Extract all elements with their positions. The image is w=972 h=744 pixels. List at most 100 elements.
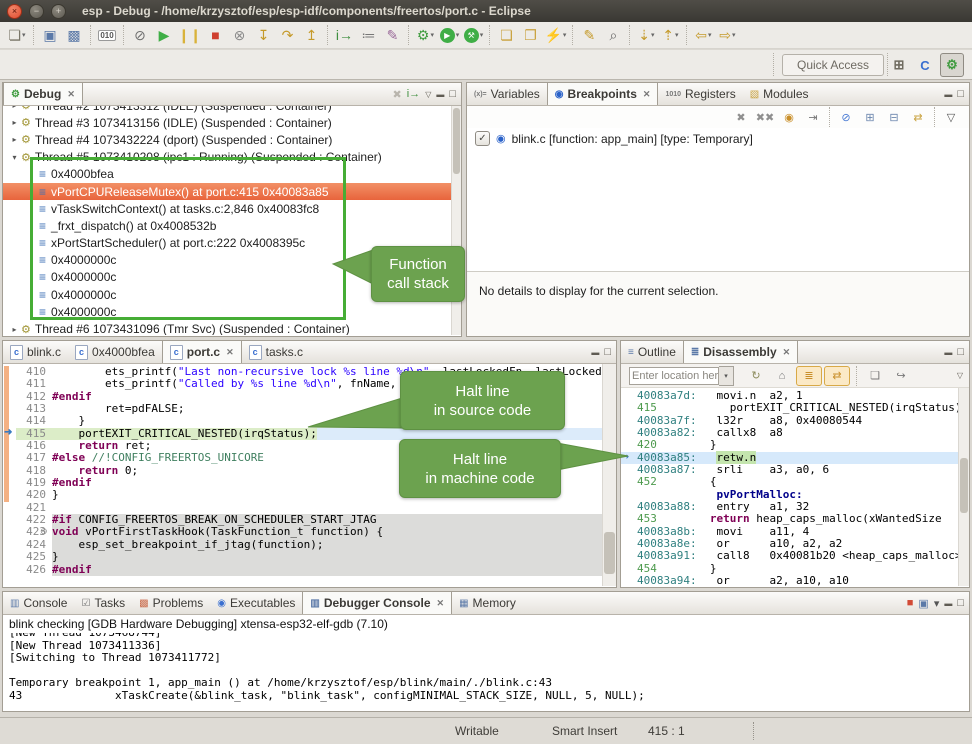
quick-access-box[interactable]: Quick Access bbox=[782, 54, 884, 76]
remove-all-breakpoints-button[interactable]: ✖✖ bbox=[753, 108, 777, 126]
code-line-424[interactable]: 424 esp_set_breakpoint_if_jtag(function)… bbox=[3, 539, 603, 551]
minimize-view-icon[interactable]: ▬ bbox=[591, 348, 599, 357]
tab-breakpoints[interactable]: ◉Breakpoints✕ bbox=[547, 83, 659, 105]
location-dropdown-icon[interactable]: ▾ bbox=[719, 366, 734, 386]
show-source-button[interactable]: ≣ bbox=[796, 366, 822, 386]
code-line-423[interactable]: 423void vPortFirstTaskHook(TaskFunction_… bbox=[3, 526, 603, 538]
forward-dropdown-icon[interactable]: ▾ bbox=[732, 31, 736, 39]
tab-registers[interactable]: 1010Registers bbox=[658, 83, 742, 105]
tab-problems[interactable]: ▩Problems bbox=[132, 592, 210, 614]
location-input[interactable]: Enter location here bbox=[629, 367, 719, 385]
external-tools-button[interactable]: ⚒▾ bbox=[461, 24, 485, 46]
disassembly-instruction-row[interactable]: 40083a94: or a2, a10, a10 bbox=[621, 575, 959, 586]
disassembly-listing[interactable]: 40083a7d: movi.n a2, 1415 portEXIT_CRITI… bbox=[621, 388, 959, 586]
tree-twisty-icon[interactable]: ▸ bbox=[9, 106, 20, 110]
expand-all-button[interactable]: ⊞ bbox=[858, 108, 882, 126]
next-annotation-dropdown-icon[interactable]: ▾ bbox=[675, 31, 679, 39]
debug-perspective-button[interactable]: ⚙ bbox=[940, 53, 964, 77]
link-with-debug-view-button[interactable]: ⇄ bbox=[906, 108, 930, 126]
new-wizard-dropdown-icon[interactable]: ▾ bbox=[22, 31, 26, 39]
resume-button[interactable]: ▶ bbox=[152, 24, 176, 46]
code-line-425[interactable]: 425} bbox=[3, 551, 603, 563]
mark-occurrences-button[interactable]: ✎ bbox=[577, 24, 601, 46]
new-wizard-button[interactable]: ❏▾ bbox=[5, 24, 29, 46]
home-button[interactable]: ⌂ bbox=[770, 367, 794, 385]
remove-breakpoint-button[interactable]: ✖ bbox=[729, 108, 753, 126]
collapse-all-button[interactable]: ⊟ bbox=[882, 108, 906, 126]
view-menu-icon[interactable]: ▽ bbox=[425, 90, 431, 99]
window-maximize-button[interactable]: + bbox=[51, 4, 66, 19]
go-to-file-for-breakpoint-button[interactable]: ⇥ bbox=[801, 108, 825, 126]
maximize-view-icon[interactable]: □ bbox=[957, 597, 964, 609]
open-project-button[interactable]: ❐ bbox=[518, 24, 542, 46]
tab-port-c[interactable]: cport.c✕ bbox=[162, 341, 242, 363]
tree-twisty-icon[interactable]: ▸ bbox=[9, 135, 20, 144]
back-button[interactable]: ⇦▾ bbox=[691, 24, 715, 46]
tab-close-icon[interactable]: ✕ bbox=[67, 89, 75, 100]
maximize-view-icon[interactable]: □ bbox=[957, 88, 964, 100]
open-perspective-button[interactable]: ⊞ bbox=[888, 54, 910, 76]
maximize-view-icon[interactable]: □ bbox=[604, 346, 611, 358]
minimize-view-icon[interactable]: ▬ bbox=[944, 599, 952, 608]
binary-view-button[interactable]: 010 bbox=[95, 24, 119, 46]
maximize-view-icon[interactable]: □ bbox=[957, 346, 964, 358]
tree-twisty-icon[interactable]: ▾ bbox=[9, 153, 20, 162]
show-debug-sources-button[interactable]: ≔ bbox=[356, 24, 380, 46]
minimize-view-icon[interactable]: ▬ bbox=[944, 90, 952, 99]
tab-close-icon[interactable]: ✕ bbox=[437, 598, 445, 609]
back-dropdown-icon[interactable]: ▾ bbox=[708, 31, 712, 39]
tab-close-icon[interactable]: ✕ bbox=[226, 347, 234, 358]
forward-button[interactable]: ⇨▾ bbox=[715, 24, 739, 46]
minimize-view-icon[interactable]: ▬ bbox=[944, 348, 952, 357]
tab-console[interactable]: ▥Console bbox=[3, 592, 74, 614]
tree-twisty-icon[interactable]: ▸ bbox=[9, 118, 20, 127]
fold-marker-icon[interactable]: ⊖ bbox=[40, 526, 48, 537]
tab-blink-c[interactable]: cblink.c bbox=[3, 341, 68, 363]
thread-row[interactable]: ▸⚙Thread #6 1073431096 (Tmr Svc) (Suspen… bbox=[3, 320, 452, 335]
suspend-button[interactable]: ❙❙ bbox=[176, 24, 203, 46]
sync-with-active-context-button[interactable]: ⇄ bbox=[824, 366, 850, 386]
tab-memory[interactable]: ▦Memory bbox=[452, 592, 523, 614]
new-c-project-button[interactable]: ❏ bbox=[494, 24, 518, 46]
open-new-view-button[interactable]: ❏ bbox=[863, 367, 887, 385]
window-close-button[interactable]: × bbox=[7, 4, 22, 19]
console-dropdown-icon[interactable]: ▾ bbox=[934, 597, 940, 610]
run-button[interactable]: ▶▾ bbox=[437, 24, 461, 46]
last-edit-location-dropdown-icon[interactable]: ▾ bbox=[651, 31, 655, 39]
run-dropdown-icon[interactable]: ▾ bbox=[456, 31, 460, 39]
tab-disassembly[interactable]: ≣Disassembly✕ bbox=[683, 341, 798, 363]
display-selected-console-icon[interactable]: ▣ bbox=[918, 597, 928, 610]
remove-all-terminated-icon[interactable]: ✖ bbox=[393, 88, 402, 101]
tab-variables[interactable]: (x)=Variables bbox=[467, 83, 547, 105]
tab-modules[interactable]: ▧Modules bbox=[743, 83, 816, 105]
skip-all-breakpoints-button[interactable]: ⊘ bbox=[834, 108, 858, 126]
tab-tasks-c[interactable]: ctasks.c bbox=[242, 341, 310, 363]
tab-executables[interactable]: ◉Executables bbox=[210, 592, 302, 614]
debug-dropdown-icon[interactable]: ▾ bbox=[430, 31, 434, 39]
tab-close-icon[interactable]: ✕ bbox=[783, 347, 791, 358]
thread-row[interactable]: ▸⚙Thread #3 1073413156 (IDLE) (Suspended… bbox=[3, 114, 452, 131]
instruction-stepping-button[interactable]: i→ bbox=[332, 24, 356, 46]
minimize-view-icon[interactable]: ▬ bbox=[436, 90, 444, 99]
step-return-button[interactable]: ↥ bbox=[299, 24, 323, 46]
save-all-button[interactable]: ▩ bbox=[62, 24, 86, 46]
terminate-console-icon[interactable]: ■ bbox=[907, 597, 914, 609]
tab-0x4000bfea[interactable]: c0x4000bfea bbox=[68, 341, 162, 363]
step-into-button[interactable]: ↧ bbox=[251, 24, 275, 46]
thread-row[interactable]: ▸⚙Thread #4 1073432224 (dport) (Suspende… bbox=[3, 131, 452, 148]
c-cpp-perspective-button[interactable]: C bbox=[914, 54, 936, 76]
disassembly-scrollbar[interactable] bbox=[958, 388, 969, 586]
show-breakpoints-for-selection-button[interactable]: ◉ bbox=[777, 108, 801, 126]
terminate-button[interactable]: ■ bbox=[203, 24, 227, 46]
window-minimize-button[interactable]: − bbox=[29, 4, 44, 19]
tab-debug[interactable]: ⚙ Debug ✕ bbox=[3, 83, 83, 105]
skip-all-breakpoints-button[interactable]: ⊘ bbox=[128, 24, 152, 46]
save-button[interactable]: ▣ bbox=[38, 24, 62, 46]
profile-tool-button[interactable]: ✎ bbox=[380, 24, 404, 46]
tab-debugger-console[interactable]: ▥Debugger Console✕ bbox=[302, 592, 452, 614]
editor-scrollbar[interactable] bbox=[602, 364, 616, 586]
disconnect-button[interactable]: ⊗ bbox=[227, 24, 251, 46]
console-output[interactable]: [New Thread 1073468744][New Thread 10734… bbox=[9, 633, 963, 710]
breakpoint-list-item[interactable]: ✓ ◉ blink.c [function: app_main] [type: … bbox=[475, 131, 753, 146]
tab-outline[interactable]: ≡Outline bbox=[621, 341, 683, 363]
